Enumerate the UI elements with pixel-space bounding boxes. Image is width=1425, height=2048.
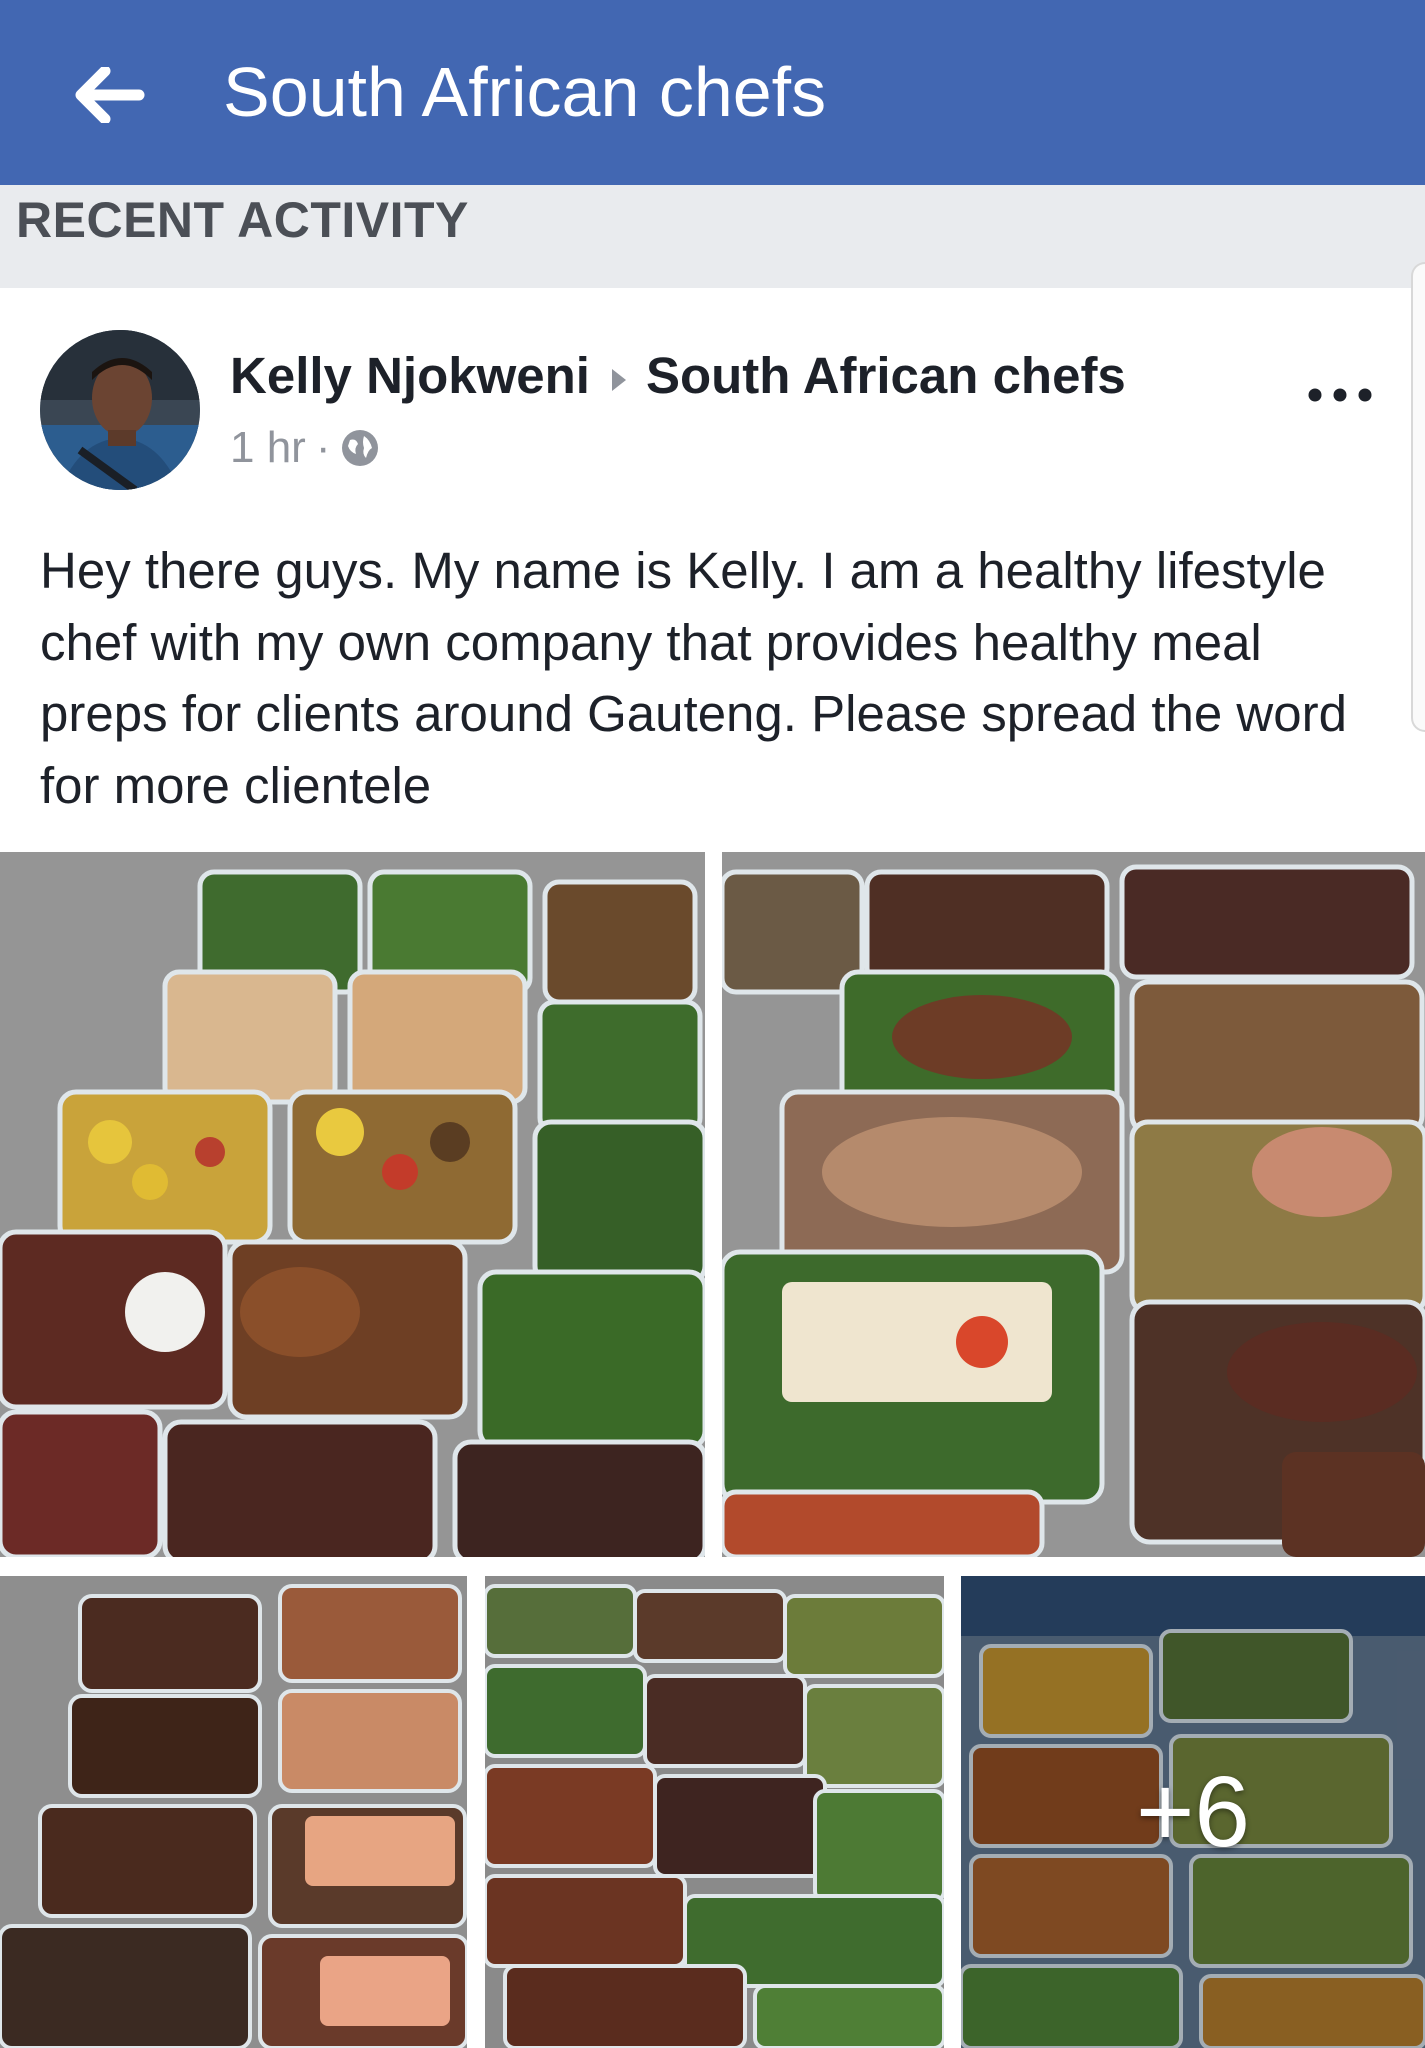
post-photo-more[interactable]: +6: [961, 1576, 1425, 2048]
page-title: South African chefs: [223, 53, 827, 131]
arrow-left-icon: [75, 67, 145, 123]
author-name[interactable]: Kelly Njokweni: [230, 347, 590, 404]
post-author-line: Kelly Njokweni South African chefs: [230, 346, 1126, 406]
more-dots-icon: [1308, 388, 1372, 402]
avatar[interactable]: [40, 330, 200, 490]
post-photo[interactable]: [0, 852, 705, 1557]
caret-right-icon: [611, 368, 626, 391]
app-bar: South African chefs: [0, 0, 1425, 185]
post-body: Hey there guys. My name is Kelly. I am a…: [40, 542, 1347, 814]
meta-separator: ·: [315, 423, 331, 472]
section-label: RECENT ACTIVITY: [16, 192, 469, 248]
more-photos-count: +6: [961, 1576, 1425, 2048]
post-meta: 1 hr ·: [230, 418, 380, 478]
scrollbar[interactable]: [1411, 262, 1425, 732]
globe-icon: [342, 430, 379, 466]
group-name[interactable]: South African chefs: [646, 347, 1126, 404]
back-button[interactable]: [70, 55, 150, 135]
post-photo[interactable]: [722, 852, 1425, 1557]
post-timestamp[interactable]: 1 hr: [230, 418, 306, 478]
post-photo[interactable]: [0, 1576, 467, 2048]
post-photo[interactable]: [485, 1576, 944, 2048]
post-menu-button[interactable]: [1300, 370, 1380, 420]
